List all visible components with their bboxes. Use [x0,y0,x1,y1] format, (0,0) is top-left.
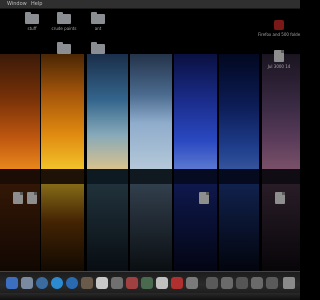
app-icon[interactable] [156,277,168,289]
folder-icon[interactable] [221,277,233,289]
desktop-document[interactable] [262,192,298,204]
skype-icon[interactable] [51,277,63,289]
folder-icon[interactable] [266,277,278,289]
desktop-document[interactable]: Jul 3000 14 [258,50,300,69]
document-icon [199,192,209,204]
desktop-icon-label: Firefox and 500 folders [258,32,300,37]
trash-icon[interactable] [283,277,295,289]
desktop-icon-label: ant [94,26,102,31]
desktop-folder-ant[interactable]: ant [80,12,116,31]
document-icon [275,192,285,204]
dock [0,271,300,300]
wallpaper-panel [130,54,172,271]
folder-icon[interactable] [251,277,263,289]
wallpaper-panel [87,54,128,271]
app-icon[interactable] [126,277,138,289]
wallpaper-panel [174,54,217,271]
wallpaper-panel [0,54,40,271]
application-icon [274,20,284,30]
menu-help[interactable]: Help [31,1,42,8]
folder-icon[interactable] [236,277,248,289]
app-icon[interactable] [186,277,198,289]
mail-icon[interactable] [21,277,33,289]
folder-icon [91,12,105,24]
wallpaper-panel [262,54,300,271]
app-icon[interactable] [141,277,153,289]
wallpaper-panel [41,54,84,271]
desktop-icon-label: crude paints [51,26,77,31]
menu-window[interactable]: Window [7,1,27,8]
document-icon [27,192,37,204]
desktop-wallpaper [0,9,300,271]
desktop-folder[interactable] [46,42,82,54]
desktop-document[interactable] [186,192,222,204]
dock-shelf [0,293,300,300]
desktop-app-item[interactable]: Firefox and 500 folders [258,20,300,37]
folder-icon [57,12,71,24]
folder-icon[interactable] [206,277,218,289]
desktop-folder-crude-paints[interactable]: crude paints [46,12,82,31]
finder-icon[interactable] [6,277,18,289]
ical-icon[interactable] [96,277,108,289]
folder-icon [57,42,71,54]
desktop-icon-label: Jul 3000 14 [267,64,291,69]
system-preferences-icon[interactable] [111,277,123,289]
desktop-icon-label: stuff [27,26,37,31]
wallpaper-panel [219,54,259,271]
photo-icon[interactable] [81,277,93,289]
desktop-folder-stuff[interactable]: stuff [14,12,50,31]
menu-bar: Window Help [0,0,300,9]
app-icon[interactable] [171,277,183,289]
folder-icon [25,12,39,24]
document-icon [274,50,284,62]
desktop-folder[interactable] [80,42,116,54]
desktop-document[interactable] [14,192,50,204]
folder-icon [91,42,105,54]
safari-icon[interactable] [36,277,48,289]
itunes-icon[interactable] [66,277,78,289]
